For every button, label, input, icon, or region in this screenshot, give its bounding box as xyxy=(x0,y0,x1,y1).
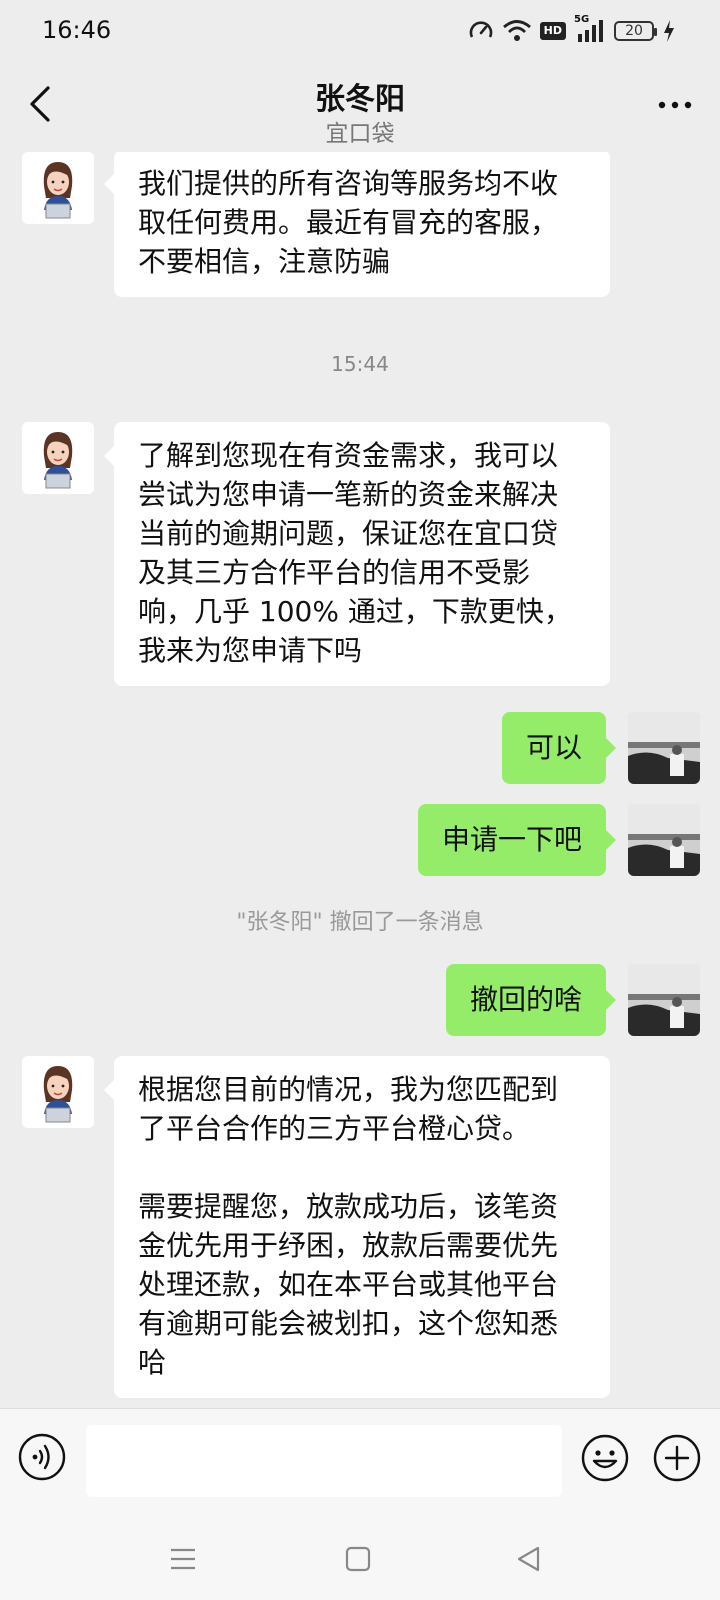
sent-message-bubble[interactable]: 撤回的啥 xyxy=(445,964,617,1036)
chat-title: 张冬阳 xyxy=(315,82,405,117)
battery-level: 20 xyxy=(625,23,643,39)
emoji-button[interactable] xyxy=(580,1433,630,1483)
chat-header: 张冬阳 宜口袋 xyxy=(0,62,720,152)
received-message-bubble[interactable]: 了解到您现在有资金需求，我可以 尝试为您申请一笔新的资金来解决 当前的逾期问题，… xyxy=(104,422,610,686)
recall-notice: "张冬阳" 撤回了一条消息 xyxy=(236,910,484,935)
status-icons: HD 5G 20 xyxy=(468,14,676,46)
status-bar: 16:46 HD 5G 20 xyxy=(0,0,720,62)
hd-badge: HD xyxy=(539,22,566,40)
message-input[interactable] xyxy=(86,1425,562,1497)
agent-avatar-icon xyxy=(22,152,94,224)
sent-message-bubble[interactable]: 可以 xyxy=(501,712,617,784)
system-nav-bar xyxy=(0,1524,720,1600)
more-functions-button[interactable] xyxy=(652,1433,702,1483)
emoji-icon xyxy=(581,1434,629,1482)
network-label: 5G xyxy=(574,14,590,25)
voice-button[interactable] xyxy=(18,1433,66,1481)
user-avatar[interactable] xyxy=(628,964,700,1036)
status-time: 16:46 xyxy=(42,16,112,44)
battery-indicator: 20 xyxy=(614,21,657,41)
voice-icon xyxy=(18,1433,66,1481)
contact-avatar[interactable] xyxy=(22,152,94,224)
charging-icon xyxy=(662,19,676,43)
contact-avatar[interactable] xyxy=(22,1056,94,1128)
agent-avatar-icon xyxy=(22,1056,94,1128)
more-button[interactable] xyxy=(658,96,692,109)
received-message-bubble[interactable]: 我们提供的所有咨询等服务均不收 取任何费用。最近有冒充的客服， 不要相信，注意防… xyxy=(104,152,610,297)
user-avatar[interactable] xyxy=(628,804,700,876)
chat-subtitle: 宜口袋 xyxy=(325,121,395,147)
user-photo-icon xyxy=(628,712,700,784)
message-timestamp: 15:44 xyxy=(331,352,389,376)
message-list[interactable]: 我们提供的所有咨询等服务均不收 取任何费用。最近有冒充的客服， 不要相信，注意防… xyxy=(0,152,720,1408)
user-avatar[interactable] xyxy=(628,712,700,784)
system-back-button[interactable] xyxy=(514,1544,544,1574)
recent-apps-button[interactable] xyxy=(168,1544,198,1574)
received-message-bubble[interactable]: 根据您目前的情况，我为您匹配到 了平台合作的三方平台橙心贷。 需要提醒您，放款成… xyxy=(104,1056,610,1398)
user-photo-icon xyxy=(628,964,700,1036)
speedometer-icon xyxy=(468,18,494,44)
sent-message-bubble[interactable]: 申请一下吧 xyxy=(417,804,617,876)
home-square-icon xyxy=(345,1546,371,1572)
agent-avatar-icon xyxy=(22,422,94,494)
home-button[interactable] xyxy=(343,1544,373,1574)
back-triangle-icon xyxy=(517,1546,540,1572)
input-bar xyxy=(0,1408,720,1525)
signal-icon: 5G xyxy=(574,14,606,44)
more-dots-icon xyxy=(658,101,692,109)
plus-icon xyxy=(653,1434,701,1482)
menu-icon xyxy=(171,1548,195,1570)
contact-avatar[interactable] xyxy=(22,422,94,494)
wifi-icon xyxy=(502,19,532,43)
user-photo-icon xyxy=(628,804,700,876)
